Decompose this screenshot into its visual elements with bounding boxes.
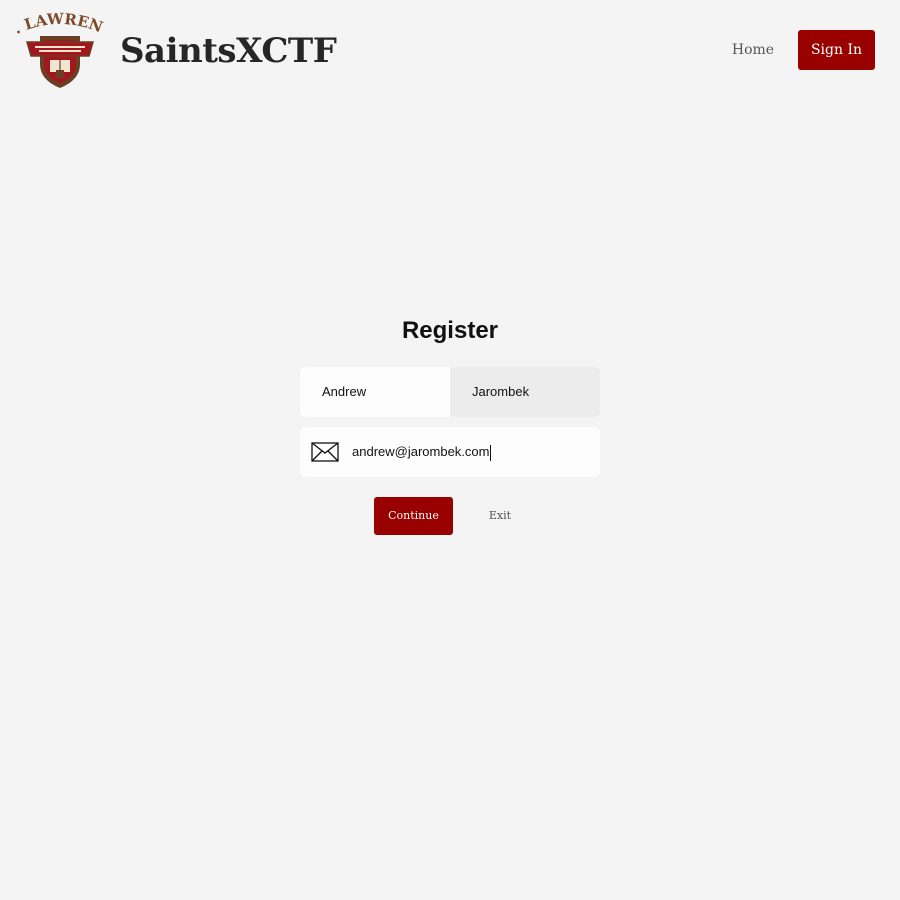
email-value: andrew@jarombek.com [352,444,490,459]
sign-in-button[interactable]: Sign In [798,30,875,70]
email-input[interactable]: andrew@jarombek.com [352,427,492,477]
name-row: Andrew Jarombek [300,367,600,417]
nav-home-link[interactable]: Home [724,38,782,62]
envelope-icon [311,442,339,462]
site-header: ST. LAWRENCE SaintsXCTF Home Sign In [0,0,900,100]
st-lawrence-logo[interactable]: ST. LAWRENCE [7,0,107,90]
continue-button[interactable]: Continue [374,497,453,535]
exit-button[interactable]: Exit [478,505,522,527]
register-title: Register [401,317,499,344]
first-name-input[interactable]: Andrew [300,367,450,417]
last-name-input[interactable]: Jarombek [450,367,600,417]
site-title[interactable]: SaintsXCTF [120,30,337,72]
email-field-container[interactable]: andrew@jarombek.com [300,427,600,477]
svg-text:ST. LAWRENCE: ST. LAWRENCE [13,12,105,38]
text-caret [490,444,492,461]
